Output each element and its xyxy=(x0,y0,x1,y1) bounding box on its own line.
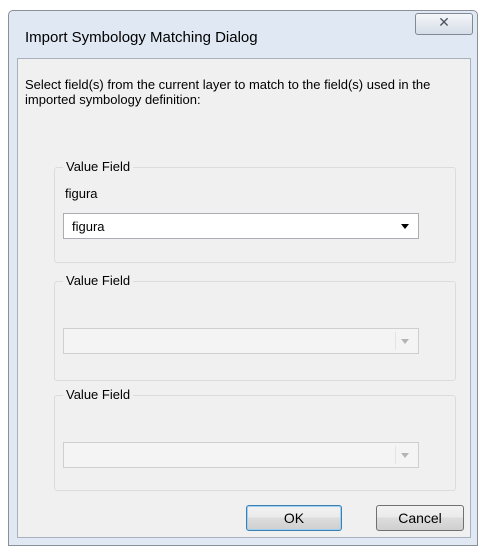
combo-separator xyxy=(395,332,396,350)
value-field-group-1: Value Field figura figura xyxy=(54,159,456,263)
value-field-group-3: Value Field xyxy=(54,387,456,491)
chevron-down-icon xyxy=(401,224,409,229)
import-symbology-dialog: Import Symbology Matching Dialog ✕ Selec… xyxy=(8,10,478,546)
window-title: Import Symbology Matching Dialog xyxy=(25,29,258,46)
close-icon: ✕ xyxy=(438,15,450,31)
ok-button[interactable]: OK xyxy=(246,505,342,531)
value-field-group-2: Value Field xyxy=(54,273,456,381)
group-legend: Value Field xyxy=(63,273,134,288)
combo-separator xyxy=(395,446,396,464)
dialog-content: Select field(s) from the current layer t… xyxy=(17,58,471,538)
value-field-select-3[interactable] xyxy=(63,442,419,468)
chevron-down-icon xyxy=(401,339,409,344)
source-field-label: figura xyxy=(65,186,98,201)
cancel-button[interactable]: Cancel xyxy=(376,505,464,531)
combo-selected-value: figura xyxy=(72,219,105,234)
title-bar[interactable]: Import Symbology Matching Dialog ✕ xyxy=(9,11,477,61)
close-button[interactable]: ✕ xyxy=(415,13,473,35)
instructions-text: Select field(s) from the current layer t… xyxy=(25,77,431,107)
value-field-select-1[interactable]: figura xyxy=(63,213,419,239)
value-field-select-2[interactable] xyxy=(63,328,419,354)
group-legend: Value Field xyxy=(63,159,134,174)
group-legend: Value Field xyxy=(63,387,134,402)
chevron-down-icon xyxy=(401,453,409,458)
